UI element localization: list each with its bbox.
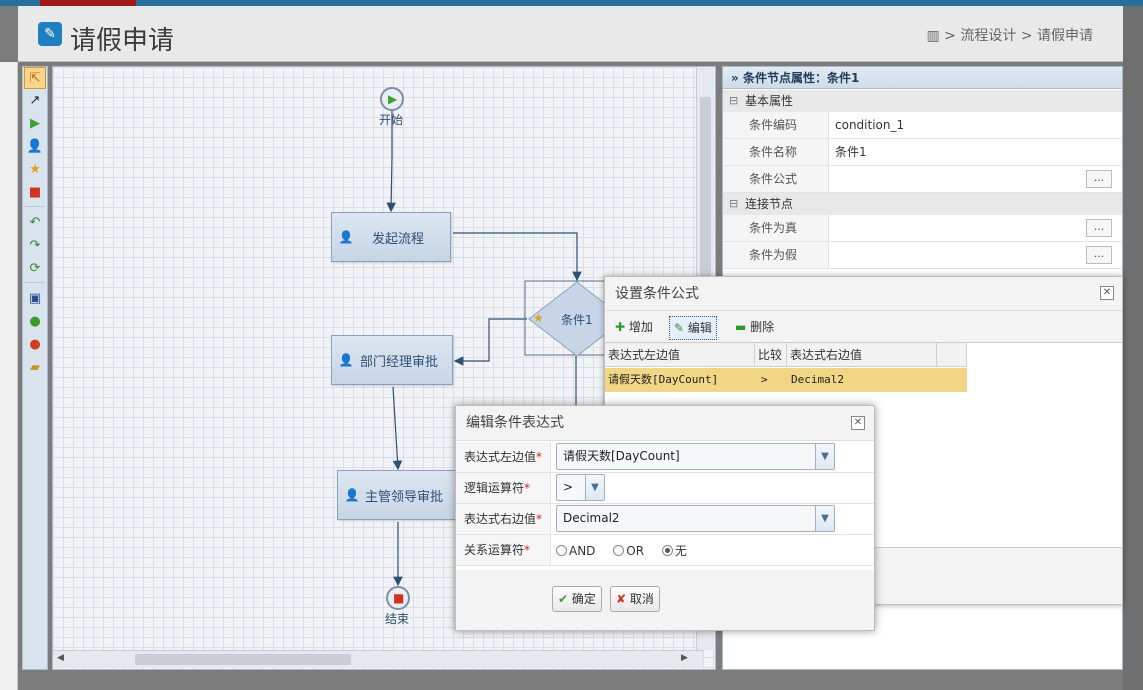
end-node-label: 结束 — [385, 612, 410, 626]
condition-icon[interactable]: ★ — [24, 159, 46, 181]
right-background-strip — [1123, 6, 1143, 690]
edit-button[interactable]: ✎ 编辑 — [669, 316, 717, 340]
form-row-left-value: 表达式左边值* 请假天数[DayCount] ▼ — [456, 442, 874, 473]
end-icon[interactable]: ■ — [24, 182, 46, 204]
group-connection-nodes[interactable]: 连接节点 — [723, 193, 1122, 215]
start-icon[interactable]: ▶ — [24, 113, 46, 135]
toolbar-separator — [25, 206, 45, 210]
scroll-left-icon[interactable]: ◀ — [57, 653, 64, 663]
chevron-down-icon[interactable]: ▼ — [585, 475, 604, 500]
close-icon[interactable]: ✕ — [1100, 286, 1114, 300]
flow-node-label: 部门经理审批 — [359, 355, 438, 370]
form-row-operator: 逻辑运算符* > ▼ — [456, 473, 874, 504]
left-background-strip — [0, 62, 18, 690]
check-icon: ✔ — [558, 592, 569, 606]
start-node-label: 开始 — [379, 113, 404, 127]
edit-expression-dialog: 编辑条件表达式 ✕ 表达式左边值* 请假天数[DayCount] ▼ 逻辑运算符… — [455, 405, 875, 631]
radio-none[interactable]: 无 — [661, 544, 687, 558]
breadcrumb: ▥ > 流程设计 > 请假申请 — [926, 28, 1093, 44]
start-icon: ▶ — [388, 92, 398, 106]
prop-row-name: 条件名称 条件1 — [723, 139, 1122, 166]
true-ellipsis-button[interactable]: ... — [1086, 219, 1112, 237]
condition-node-label[interactable]: 条件1 — [561, 311, 593, 328]
chevron-down-icon[interactable]: ▼ — [815, 444, 834, 469]
flow-node-label: 发起流程 — [371, 232, 424, 247]
prop-name-value[interactable]: 条件1 — [835, 139, 867, 165]
warning-icon[interactable]: ● — [24, 334, 46, 356]
delete-button[interactable]: ▬ 删除 — [731, 316, 778, 340]
right-value-select[interactable]: Decimal2 ▼ — [556, 505, 835, 532]
condition-star-icon: ★ — [533, 311, 544, 325]
column-header[interactable]: 比较 — [755, 343, 787, 367]
properties-header: » 条件节点属性：条件1 — [723, 67, 1122, 89]
prop-row-false: 条件为假 ... — [723, 242, 1122, 269]
undo-icon[interactable]: ↶ — [24, 212, 46, 234]
chart-icon: ▥ — [926, 28, 940, 44]
flow-node-label: 主管领导审批 — [364, 490, 443, 505]
plus-icon: ✚ — [615, 320, 626, 334]
formula-ellipsis-button[interactable]: ... — [1086, 170, 1112, 188]
start-node[interactable]: ▶ — [380, 87, 404, 111]
scroll-thumb[interactable] — [135, 654, 351, 665]
cancel-button[interactable]: ✘ 取消 — [610, 586, 660, 612]
dialog-title: 编辑条件表达式 — [456, 406, 874, 441]
dialog-title: 设置条件公式 — [605, 277, 1122, 311]
close-icon[interactable]: ✕ — [851, 416, 865, 430]
column-header — [937, 343, 967, 367]
column-header[interactable]: 表达式左边值 — [605, 343, 755, 367]
info-icon[interactable]: ● — [24, 311, 46, 333]
formula-toolbar: ✚ 增加 ✎ 编辑 ▬ 删除 — [605, 312, 1122, 342]
prop-code-value[interactable]: condition_1 — [835, 112, 904, 138]
ok-button[interactable]: ✔ 确定 — [552, 586, 602, 612]
pencil-icon: ✎ — [674, 321, 685, 335]
task-icon[interactable]: 👤 — [24, 136, 46, 158]
designer-toolbar: ⇱ ↗ ▶ 👤 ★ ■ ↶ ↷ ⟳ ▣ ● ● ▰ — [22, 66, 48, 670]
double-chevron-icon: » — [731, 71, 743, 85]
minus-icon: ▬ — [735, 320, 747, 334]
add-button[interactable]: ✚ 增加 — [611, 316, 657, 340]
breadcrumb-item[interactable]: 流程设计 — [960, 28, 1016, 44]
form-row-relation: 关系运算符* AND OR 无 — [456, 535, 874, 566]
cross-icon: ✘ — [616, 592, 627, 606]
flow-node-leader[interactable]: 👤 主管领导审批 — [337, 470, 457, 520]
refresh-icon[interactable]: ⟳ — [24, 258, 46, 280]
form-row-right-value: 表达式右边值* Decimal2 ▼ — [456, 504, 874, 535]
chevron-down-icon[interactable]: ▼ — [815, 506, 834, 531]
flow-node-dept-manager[interactable]: 👤 部门经理审批 — [331, 335, 453, 385]
end-node[interactable]: ■ — [386, 586, 410, 610]
relation-radio-group: AND OR 无 — [556, 542, 687, 559]
page-header: ✎ 请假申请 ▥ > 流程设计 > 请假申请 — [18, 6, 1123, 62]
canvas-horizontal-scrollbar[interactable]: ◀ ▶ — [53, 650, 703, 668]
radio-or[interactable]: OR — [613, 544, 644, 558]
folder-icon[interactable]: ▰ — [24, 357, 46, 379]
save-icon[interactable]: ▣ — [24, 288, 46, 310]
edit-icon: ✎ — [38, 22, 62, 46]
transition-icon[interactable]: ↗ — [24, 90, 46, 112]
select-icon[interactable]: ⇱ — [24, 67, 46, 89]
page-title: 请假申请 — [70, 26, 175, 56]
dialog-button-area: ✔ 确定 ✘ 取消 — [456, 570, 874, 630]
column-header[interactable]: 表达式右边值 — [787, 343, 937, 367]
redo-icon[interactable]: ↷ — [24, 235, 46, 257]
end-icon: ■ — [393, 591, 405, 605]
radio-and[interactable]: AND — [556, 544, 595, 558]
flow-node-launch[interactable]: 👤 发起流程 — [331, 212, 451, 262]
toolbar-separator — [25, 282, 45, 286]
group-basic-properties[interactable]: 基本属性 — [723, 90, 1122, 112]
false-ellipsis-button[interactable]: ... — [1086, 246, 1112, 264]
prop-row-formula: 条件公式 ... — [723, 166, 1122, 193]
operator-select[interactable]: > ▼ — [556, 474, 605, 501]
prop-row-code: 条件编码 condition_1 — [723, 112, 1122, 139]
breadcrumb-item: 请假申请 — [1037, 28, 1093, 44]
prop-row-true: 条件为真 ... — [723, 215, 1122, 242]
left-value-select[interactable]: 请假天数[DayCount] ▼ — [556, 443, 835, 470]
scroll-right-icon[interactable]: ▶ — [681, 653, 688, 663]
